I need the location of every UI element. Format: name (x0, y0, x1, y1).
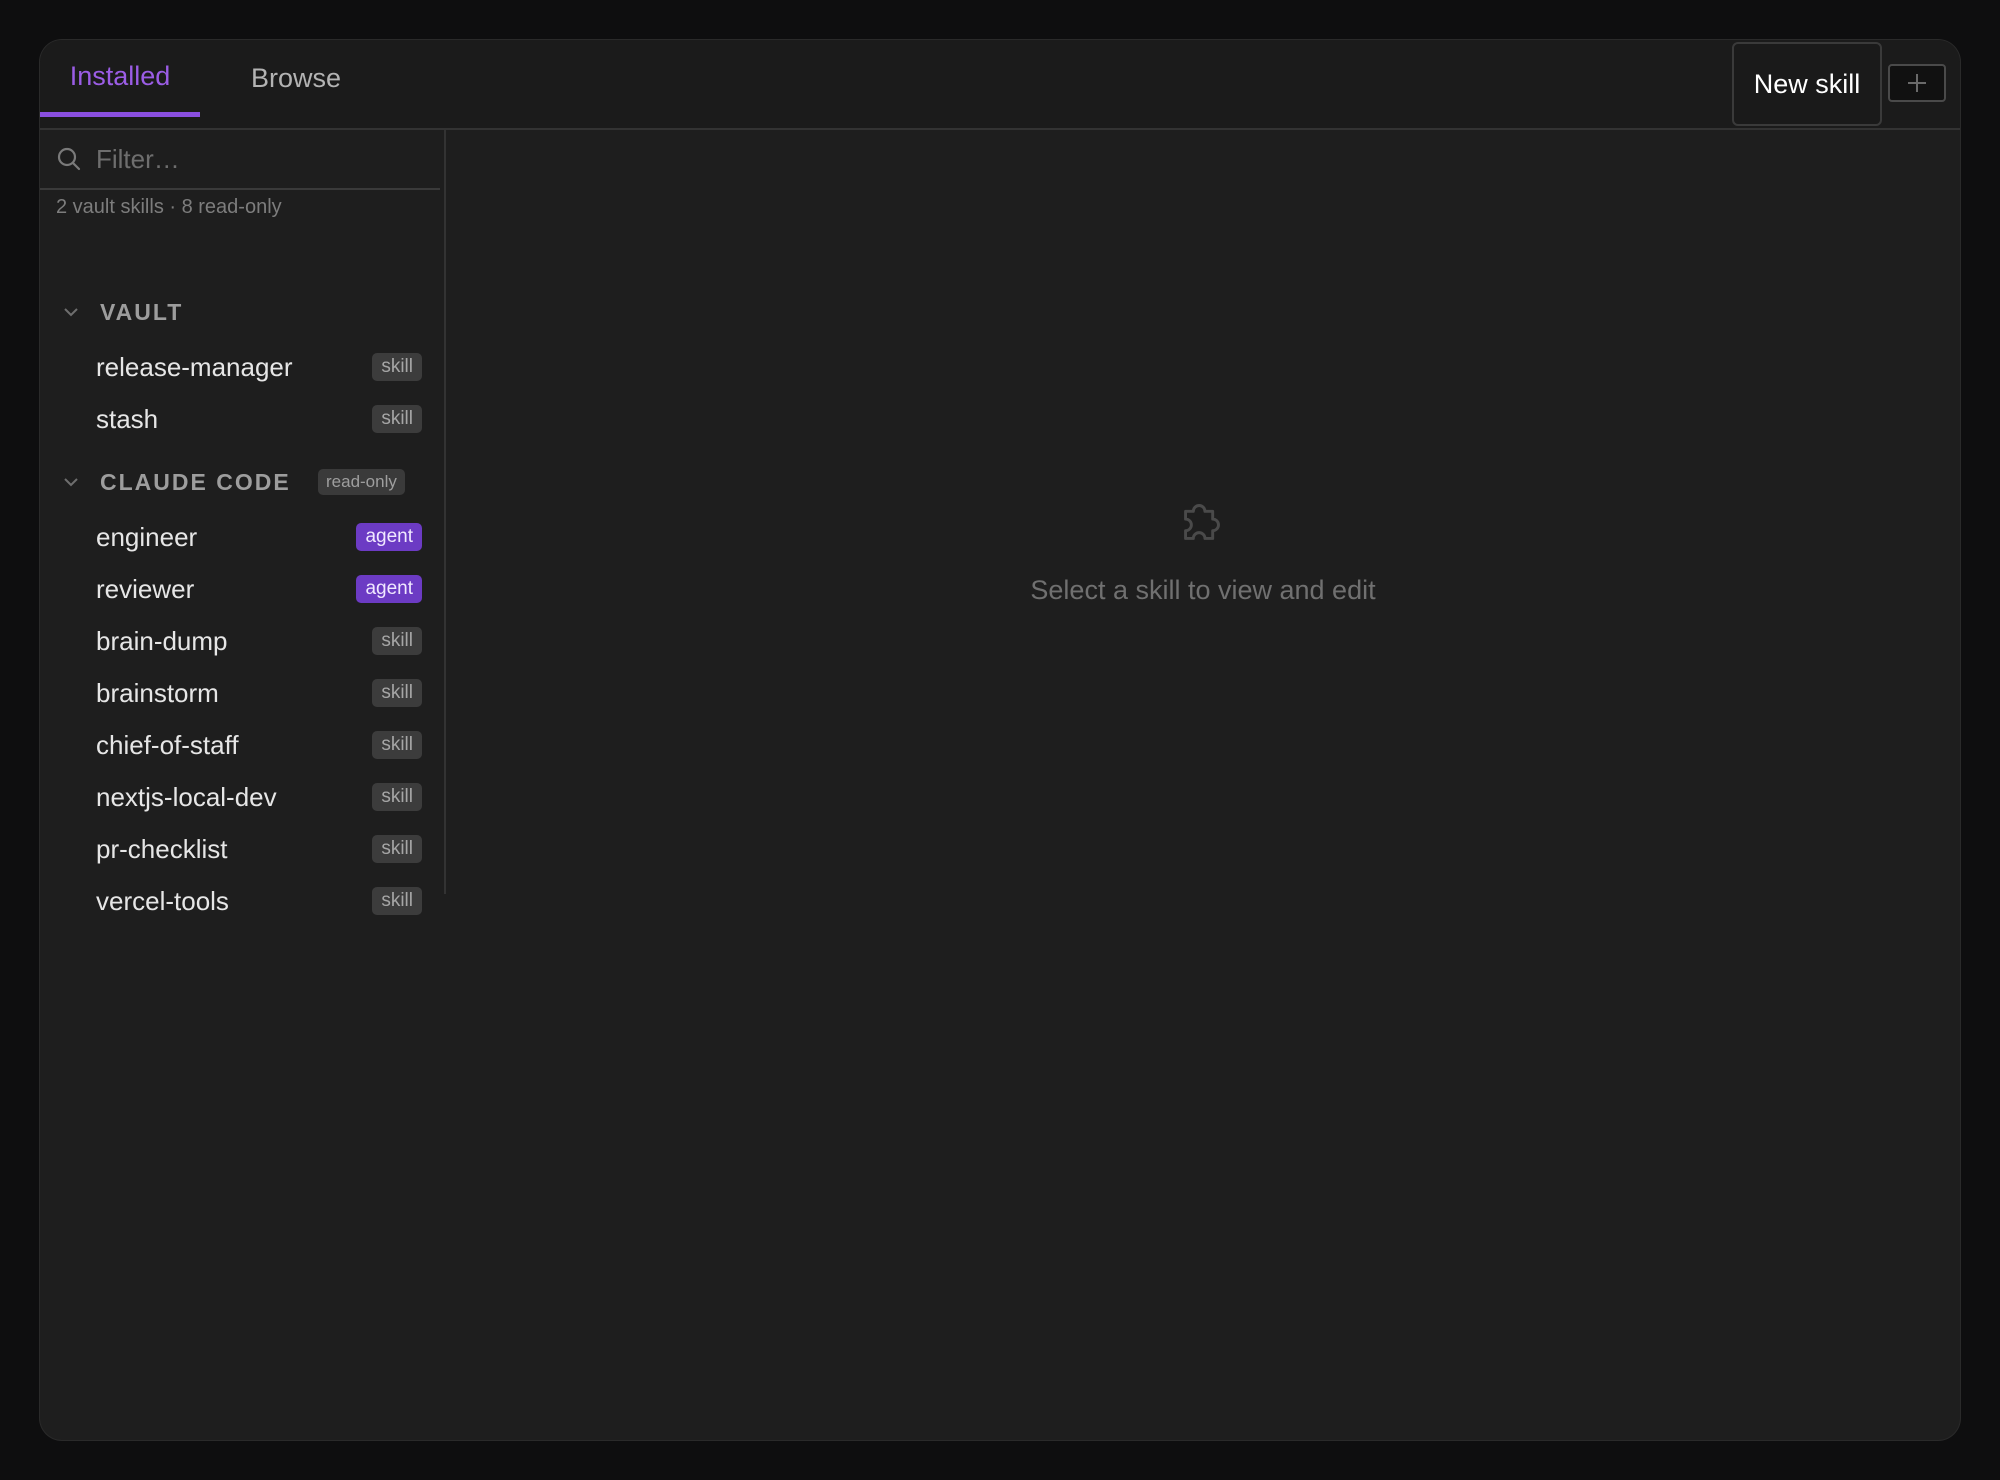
skill-tag: skill (372, 353, 422, 381)
skill-tag: skill (372, 627, 422, 655)
skill-item-label: pr-checklist (96, 833, 228, 864)
skill-item-engineer[interactable]: engineer agent (96, 514, 422, 560)
empty-state-text: Select a skill to view and edit (1030, 575, 1376, 605)
skill-item-label: stash (96, 403, 159, 434)
skill-tag: skill (372, 835, 422, 863)
skill-item-brain-dump[interactable]: brain-dump skill (96, 618, 422, 664)
skills-summary: 2 vault skills · 8 read-only (56, 196, 282, 218)
puzzle-icon (1184, 504, 1220, 540)
plus-icon (1908, 74, 1926, 92)
skill-item-brainstorm[interactable]: brainstorm skill (96, 670, 422, 716)
chevron-down-icon (64, 478, 78, 487)
read-only-badge: read-only (318, 469, 405, 495)
chevron-down-icon (64, 308, 78, 317)
skill-item-label: chief-of-staff (96, 729, 239, 760)
skill-item-label: nextjs-local-dev (96, 781, 277, 812)
tab-installed[interactable]: Installed (40, 40, 200, 117)
skill-tag: skill (372, 731, 422, 759)
section-header-vault[interactable]: VAULT (62, 292, 183, 332)
agent-tag: agent (356, 523, 422, 551)
agent-tag: agent (356, 575, 422, 603)
empty-state: Select a skill to view and edit (446, 490, 1960, 606)
add-button[interactable] (1888, 64, 1946, 102)
section-title: VAULT (100, 298, 184, 325)
skill-item-label: reviewer (96, 573, 195, 604)
skill-item-nextjs-local-dev[interactable]: nextjs-local-dev skill (96, 774, 422, 820)
tab-browse[interactable]: Browse (232, 40, 360, 116)
skill-item-label: vercel-tools (96, 885, 229, 916)
skill-tag: skill (372, 887, 422, 915)
skill-item-vercel-tools[interactable]: vercel-tools skill (96, 878, 422, 924)
skill-item-release-manager[interactable]: release-manager skill (96, 344, 422, 390)
skill-tag: skill (372, 405, 422, 433)
skill-item-label: brain-dump (96, 625, 228, 656)
skill-tag: skill (372, 679, 422, 707)
skill-item-label: brainstorm (96, 677, 219, 708)
skill-detail-pane: Select a skill to view and edit (446, 130, 1960, 1440)
section-header-claude-code[interactable]: CLAUDE CODE (62, 462, 291, 502)
skills-sidebar: 2 vault skills · 8 read-only VAULT relea… (40, 130, 446, 916)
new-skill-button[interactable]: New skill (1732, 42, 1882, 126)
filter-input[interactable] (94, 142, 418, 176)
skill-item-stash[interactable]: stash skill (96, 396, 422, 442)
tab-bar: Installed Browse New skill (40, 40, 1960, 130)
filter-bar (40, 130, 440, 190)
section-title: CLAUDE CODE (100, 468, 291, 495)
skills-window: Installed Browse New skill 2 vault skill… (40, 40, 1960, 1440)
skill-tag: skill (372, 783, 422, 811)
skill-item-label: engineer (96, 521, 198, 552)
skill-item-label: release-manager (96, 351, 293, 382)
search-icon (57, 147, 81, 171)
skill-item-pr-checklist[interactable]: pr-checklist skill (96, 826, 422, 872)
skill-item-reviewer[interactable]: reviewer agent (96, 566, 422, 612)
skill-item-chief-of-staff[interactable]: chief-of-staff skill (96, 722, 422, 768)
